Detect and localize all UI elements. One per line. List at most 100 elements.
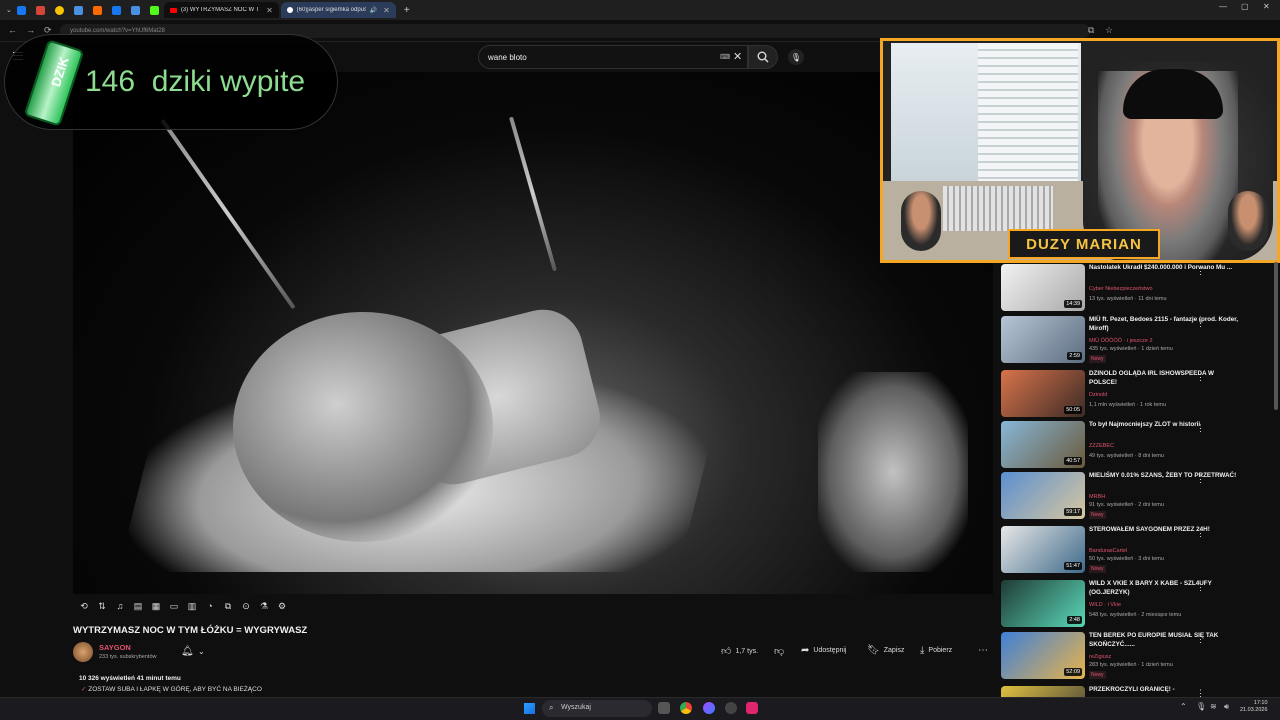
list-item[interactable]: 40:57 To był Najmocniejszy ZLOT w histor… xyxy=(1000,419,1270,469)
taskbar-search-input[interactable]: ⌕ Wyszukaj xyxy=(542,700,652,717)
recommendation-channel[interactable]: reZigiusz xyxy=(1089,654,1111,660)
list-item[interactable]: 2:59 MIÜ ft. Pezet, Bedoes 2115 - fantaz… xyxy=(1000,314,1270,364)
recommendation-title[interactable]: WILD X VKIE X BARY X KABE - SZL4UFY (OG.… xyxy=(1089,580,1239,597)
windows-start-icon[interactable] xyxy=(524,703,535,714)
recommendation-channel[interactable]: ZZZEBEC xyxy=(1089,443,1114,449)
more-dots-icon[interactable]: ⋮ xyxy=(1196,688,1205,697)
search-button[interactable] xyxy=(748,45,778,69)
cinema-icon[interactable]: ▦ xyxy=(150,600,162,612)
recommendation-channel[interactable]: MRBH xyxy=(1089,494,1105,500)
voice-search-button[interactable]: 🎙 xyxy=(788,49,804,65)
task-view-icon[interactable] xyxy=(658,702,670,714)
search-input[interactable]: wane bloto xyxy=(478,45,748,69)
recommendation-title[interactable]: MIELIŚMY 0.01% SZANS, ŻEBY TO PRZETRWAĆ! xyxy=(1089,472,1239,481)
share-button[interactable]: ➦ Udostępnij xyxy=(801,645,846,656)
tab-menu-icon[interactable]: ⌄ xyxy=(6,6,12,14)
chevron-up-icon[interactable]: ⌃ xyxy=(1180,702,1187,711)
app-icon[interactable] xyxy=(725,702,737,714)
tab-youtube-video[interactable]: (3) WYTRZYMASZ NOC W TYM ŁÓŻKU ✕ xyxy=(163,2,279,18)
close-tab-icon[interactable]: ✕ xyxy=(383,6,390,15)
close-tab-icon[interactable]: ✕ xyxy=(266,6,273,15)
recommendation-title[interactable]: STEROWAŁEM SAYGONEM PRZEZ 24H! xyxy=(1089,526,1239,535)
video-thumbnail[interactable]: 2:48 xyxy=(1001,580,1085,627)
pinned-tab-icon[interactable] xyxy=(73,5,83,15)
list-item[interactable]: 14:39 Nastolatek Ukradł $240.000.000 i P… xyxy=(1000,262,1270,312)
chrome-icon[interactable] xyxy=(680,702,692,714)
microphone-icon[interactable]: 🎙︎ xyxy=(1196,702,1206,711)
lab-icon[interactable]: ⚗ xyxy=(258,600,270,612)
recommendation-title[interactable]: Nastolatek Ukradł $240.000.000 i Porwano… xyxy=(1089,264,1239,273)
recommendation-channel[interactable]: WILD · i Vkie xyxy=(1089,602,1121,608)
audio-icon[interactable]: ♫ xyxy=(114,600,126,612)
loop-icon[interactable]: ⟲ xyxy=(78,600,90,612)
facebook-tab-icon[interactable] xyxy=(16,5,26,15)
gmail-tab-icon[interactable] xyxy=(35,5,45,15)
list-item[interactable]: 2:48 WILD X VKIE X BARY X KABE - SZL4UFY… xyxy=(1000,578,1270,628)
pinned-tab-icon[interactable] xyxy=(130,5,140,15)
bookmark-star-icon[interactable]: ☆ xyxy=(1105,25,1113,36)
recommendation-channel[interactable]: Dzinold xyxy=(1089,392,1107,398)
video-player[interactable] xyxy=(73,72,993,594)
recommendation-channel[interactable]: Cyber Niebezpieczeństwo xyxy=(1089,286,1153,292)
recommendation-title[interactable]: TEN BEREK PO EUROPIE MUSIAŁ SIĘ TAK SKOŃ… xyxy=(1089,632,1239,649)
list-item[interactable]: PRZEKROCZYLI GRANICĘ! - ⋮ xyxy=(1000,684,1270,697)
recommendation-title[interactable]: DZINOLD OGLĄDA IRL ISHOWSPEEDA W POLSCE! xyxy=(1089,370,1239,387)
video-thumbnail[interactable]: 59:17 xyxy=(1001,472,1085,519)
more-dots-icon[interactable]: ⋮ xyxy=(1196,634,1205,645)
screenshot-icon[interactable]: ⊙ xyxy=(240,600,252,612)
recommendation-channel[interactable]: BandurasCartel xyxy=(1089,548,1127,554)
more-dots-icon[interactable]: ⋮ xyxy=(1196,423,1205,434)
more-dots-icon[interactable]: ⋮ xyxy=(1196,372,1205,383)
clear-search-icon[interactable]: ✕ xyxy=(733,50,742,63)
recommendation-title[interactable]: PRZEKROCZYLI GRANICĘ! - xyxy=(1089,686,1239,695)
speaker-icon[interactable]: 🔊︎ xyxy=(1224,702,1229,712)
recommendation-title[interactable]: MIÜ ft. Pezet, Bedoes 2115 - fantazje (p… xyxy=(1089,316,1239,333)
subtitles-icon[interactable]: ▤ xyxy=(132,600,144,612)
video-thumbnail[interactable]: 2:59 xyxy=(1001,316,1085,363)
close-window-icon[interactable]: ✕ xyxy=(1263,2,1270,11)
video-thumbnail[interactable]: 14:39 xyxy=(1001,264,1085,311)
facebook-tab-icon[interactable] xyxy=(111,5,121,15)
recommendation-channel[interactable]: MIÜ ÖÖÖÖÖ · i jeszcze 2 xyxy=(1089,338,1153,344)
speaker-icon[interactable]: 🔊 xyxy=(370,7,377,14)
channel-avatar[interactable] xyxy=(73,642,93,662)
speed-icon[interactable]: ◔ xyxy=(204,600,216,612)
video-thumbnail[interactable] xyxy=(1001,686,1085,697)
channel-name[interactable]: SAYGON xyxy=(99,643,131,652)
gear-icon[interactable]: ⚙ xyxy=(276,600,288,612)
video-thumbnail[interactable]: 50:05 xyxy=(1001,370,1085,417)
keyboard-icon[interactable]: ⌨ xyxy=(720,53,730,61)
video-thumbnail[interactable]: 51:47 xyxy=(1001,526,1085,573)
save-button[interactable]: 🔖︎ Zapisz xyxy=(867,645,904,656)
more-dots-icon[interactable]: ⋮ xyxy=(1196,582,1205,593)
maximize-icon[interactable]: ▢ xyxy=(1241,2,1249,11)
list-item[interactable]: 51:47 STEROWAŁEM SAYGONEM PRZEZ 24H! Ban… xyxy=(1000,524,1270,574)
messenger-icon[interactable] xyxy=(703,702,715,714)
dislike-button[interactable]: 👎︎ xyxy=(774,645,784,657)
video-thumbnail[interactable]: 40:57 xyxy=(1001,421,1085,468)
back-icon[interactable]: ← xyxy=(8,25,17,35)
pinned-tab-icon[interactable] xyxy=(54,5,64,15)
video-thumbnail[interactable]: 52:09 xyxy=(1001,632,1085,679)
tab-tiktok[interactable]: (60)jasper sigiemka odpuś 🔊 ✕ xyxy=(280,2,396,18)
new-tab-icon[interactable]: + xyxy=(404,5,410,16)
list-item[interactable]: 50:05 DZINOLD OGLĄDA IRL ISHOWSPEEDA W P… xyxy=(1000,368,1270,418)
more-dots-icon[interactable]: ⋮ xyxy=(1196,318,1205,329)
list-item[interactable]: 59:17 MIELIŚMY 0.01% SZANS, ŻEBY TO PRZE… xyxy=(1000,470,1270,520)
forward-icon[interactable]: → xyxy=(26,25,35,35)
amazon-tab-icon[interactable] xyxy=(92,5,102,15)
bell-icon[interactable]: 🔔︎ xyxy=(181,646,194,657)
recommendation-title[interactable]: To był Najmocniejszy ZLOT w historii xyxy=(1089,421,1239,430)
wifi-icon[interactable]: ≋ xyxy=(1210,702,1217,711)
minimize-icon[interactable]: — xyxy=(1219,2,1227,11)
sort-icon[interactable]: ⇅ xyxy=(96,600,108,612)
scrollbar[interactable] xyxy=(1274,262,1278,410)
like-button[interactable]: 👍︎ 1,7 tys. xyxy=(721,645,758,657)
more-dots-icon[interactable]: ⋮ xyxy=(1196,528,1205,539)
video-description[interactable]: ✓ ZOSTAW SUBA I ŁAPKĘ W GÓRĘ, ABY BYĆ NA… xyxy=(81,685,262,693)
more-dots-icon[interactable]: ⋮ xyxy=(1196,474,1205,485)
tiktok-icon[interactable] xyxy=(746,702,758,714)
download-button[interactable]: ⤓ Pobierz xyxy=(920,645,952,656)
more-actions-button[interactable]: ⋯ xyxy=(978,645,988,656)
mini-player-icon[interactable]: ▭ xyxy=(168,600,180,612)
